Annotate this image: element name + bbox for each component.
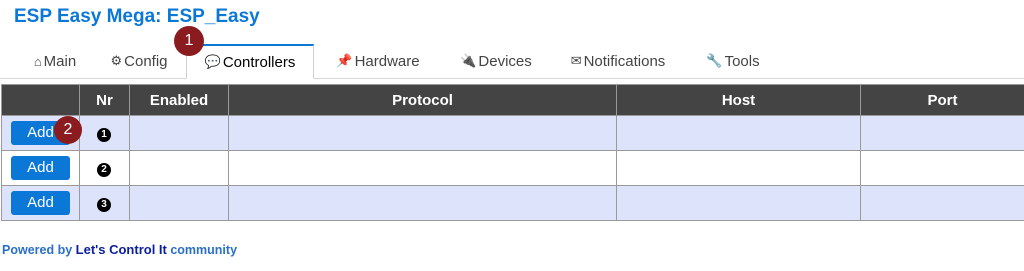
tab-devices[interactable]: 🔌 Devices [450, 44, 542, 78]
table-row: Add 3 [1, 185, 1024, 221]
nr-cell: 2 [79, 150, 130, 186]
protocol-cell [228, 115, 617, 151]
tab-controllers[interactable]: 💬 Controllers [186, 44, 314, 79]
port-cell [860, 185, 1024, 221]
annotation-badge-1: 1 [174, 26, 204, 56]
table-header-row: Nr Enabled Protocol Host Port [1, 84, 1024, 116]
wrench-icon: 🔧 [706, 53, 723, 68]
chat-bubble-icon: 💬 [204, 54, 221, 69]
tab-label: Config [124, 52, 168, 70]
footer-link[interactable]: Let's Control It [76, 242, 167, 257]
protocol-cell [228, 150, 617, 186]
nr-badge: 3 [97, 197, 111, 212]
nr-badge: 1 [97, 127, 111, 142]
tab-label: Devices [478, 52, 532, 70]
nr-badge: 2 [97, 162, 111, 177]
host-cell [616, 115, 861, 151]
tab-tools[interactable]: 🔧 Tools [696, 44, 770, 78]
add-button[interactable]: Add [11, 191, 70, 215]
host-cell [616, 150, 861, 186]
gear-icon: ⚙ [110, 53, 123, 68]
table-row: Add 1 [1, 115, 1024, 151]
nr-cell: 3 [79, 185, 130, 221]
home-icon: ⌂ [33, 53, 42, 69]
footer: Powered by Let's Control It community [2, 242, 237, 257]
header-action [1, 84, 80, 116]
tab-label: Hardware [354, 52, 420, 70]
footer-prefix: Powered by [2, 243, 73, 257]
footer-suffix: community [170, 243, 238, 257]
controllers-table: Nr Enabled Protocol Host Port Add 1 Add … [1, 84, 1024, 221]
tab-notifications[interactable]: ✉ Notifications [560, 44, 676, 78]
header-enabled: Enabled [129, 84, 229, 116]
host-cell [616, 185, 861, 221]
tab-config[interactable]: ⚙ Config [100, 44, 178, 78]
plug-icon: 🔌 [460, 53, 477, 68]
enabled-cell [129, 185, 229, 221]
enabled-cell [129, 150, 229, 186]
page-title: ESP Easy Mega: ESP_Easy [14, 6, 260, 27]
tab-label: Main [43, 52, 77, 70]
tab-main[interactable]: ⌂ Main [22, 44, 88, 78]
port-cell [860, 150, 1024, 186]
tab-hardware[interactable]: 📌 Hardware [326, 44, 430, 78]
header-host: Host [616, 84, 861, 116]
tab-label: Controllers [222, 53, 296, 71]
nr-cell: 1 [79, 115, 130, 151]
header-nr: Nr [79, 84, 130, 116]
table-row: Add 2 [1, 150, 1024, 186]
tab-label: Notifications [583, 52, 666, 70]
port-cell [860, 115, 1024, 151]
tab-bar: ⌂ Main ⚙ Config 💬 Controllers 📌 Hardware… [0, 44, 1024, 79]
enabled-cell [129, 115, 229, 151]
tab-label: Tools [724, 52, 760, 70]
action-cell: Add [1, 185, 80, 221]
protocol-cell [228, 185, 617, 221]
envelope-icon: ✉ [570, 53, 582, 68]
header-protocol: Protocol [228, 84, 617, 116]
annotation-badge-2: 2 [54, 116, 82, 144]
action-cell: Add [1, 150, 80, 186]
pushpin-icon: 📌 [336, 53, 353, 68]
header-port: Port [860, 84, 1024, 116]
add-button[interactable]: Add [11, 156, 70, 180]
